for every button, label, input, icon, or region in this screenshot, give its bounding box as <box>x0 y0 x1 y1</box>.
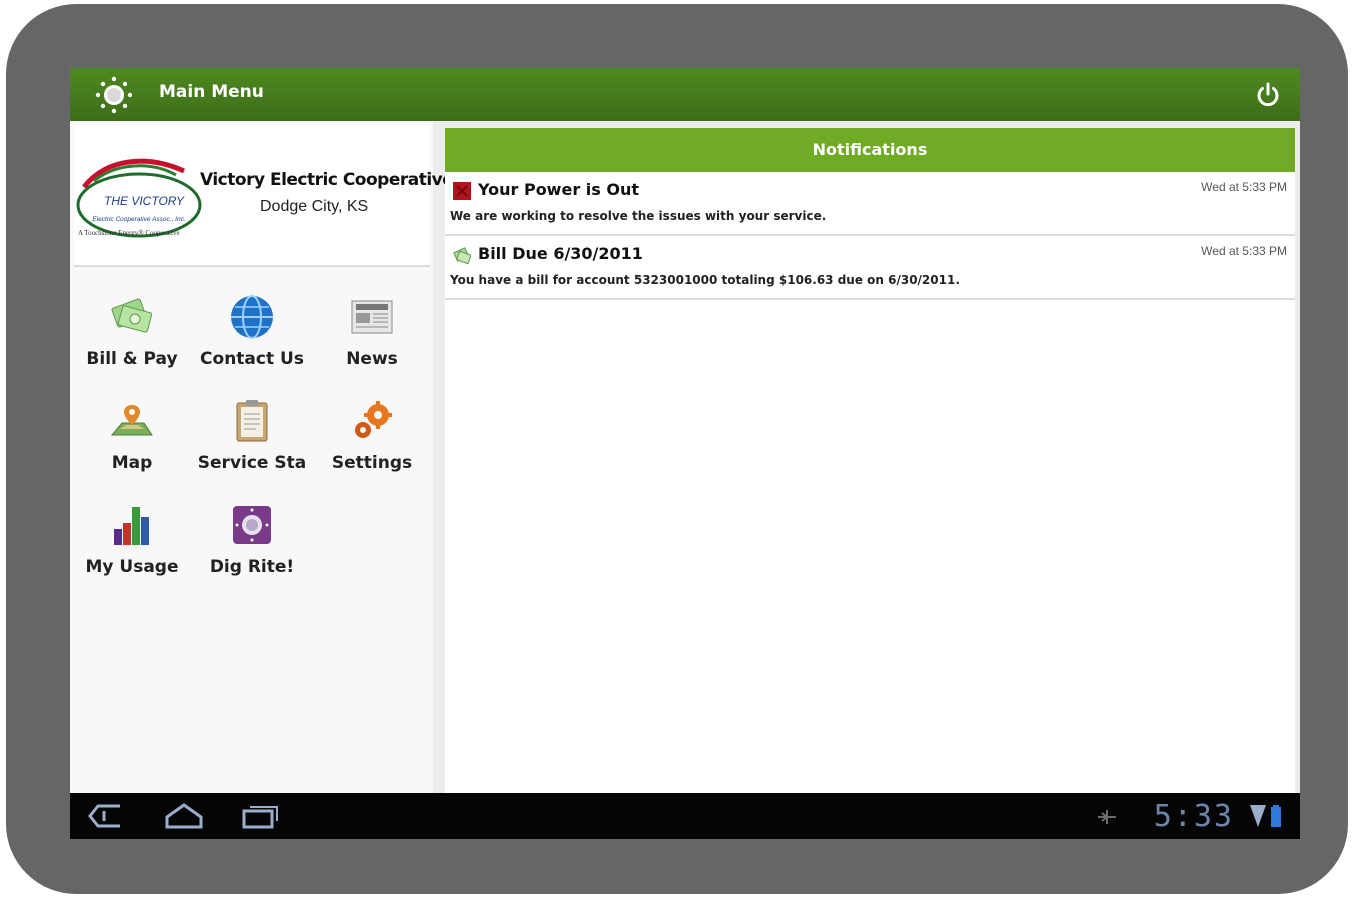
menu-map[interactable]: Map <box>72 391 192 491</box>
action-bar: Main Menu <box>70 68 1300 121</box>
status-clock: 5:33 <box>1153 799 1234 834</box>
notification-title: Your Power is Out <box>478 180 639 199</box>
menu-label: Contact Us <box>200 349 304 369</box>
coop-header: THE VICTORY Electric Cooperative Assoc.,… <box>74 125 454 267</box>
notification-item[interactable]: Bill Due 6/30/2011 Wed at 5:33 PM You ha… <box>445 236 1295 300</box>
globe-icon <box>231 295 273 339</box>
power-icon[interactable] <box>1254 81 1282 109</box>
recent-apps-icon[interactable] <box>240 801 280 831</box>
wifi-signal-icon <box>1250 805 1266 827</box>
menu-label: Bill & Pay <box>86 349 178 369</box>
screen: Main Menu THE VICTORY Electric Cooperati… <box>70 68 1300 839</box>
tablet-frame: Main Menu THE VICTORY Electric Cooperati… <box>6 4 1348 894</box>
notification-body: You have a bill for account 5323001000 t… <box>450 273 960 287</box>
clipboard-icon <box>236 400 268 442</box>
battery-icon <box>1271 805 1281 827</box>
notification-time: Wed at 5:33 PM <box>1201 244 1287 258</box>
menu-dig-rite[interactable]: Dig Rite! <box>192 495 312 595</box>
coop-logo: THE VICTORY Electric Cooperative Assoc.,… <box>76 158 202 238</box>
gears-icon <box>355 401 392 438</box>
logo-subtitle: Electric Cooperative Assoc., Inc. <box>92 216 186 223</box>
usb-icon <box>1098 810 1116 824</box>
menu-service-status[interactable]: Service Sta <box>192 391 312 491</box>
system-nav-bar: 5:33 <box>70 793 1300 839</box>
app-icon[interactable] <box>94 75 134 115</box>
menu-label: Map <box>111 453 153 473</box>
notifications-panel: Notifications Your Power is Out Wed at 5… <box>445 128 1295 793</box>
notification-item[interactable]: Your Power is Out Wed at 5:33 PM We are … <box>445 172 1295 236</box>
left-panel: THE VICTORY Electric Cooperative Assoc.,… <box>70 121 454 839</box>
menu-label: My Usage <box>85 557 179 577</box>
newspaper-icon <box>351 300 393 334</box>
money-icon <box>111 298 153 333</box>
menu-my-usage[interactable]: My Usage <box>72 495 192 595</box>
map-icon <box>110 405 153 436</box>
menu-contact-us[interactable]: Contact Us <box>192 287 312 387</box>
power-out-icon <box>453 182 471 200</box>
menu-label: Settings <box>331 453 413 473</box>
logo-title: THE VICTORY <box>104 194 185 208</box>
coop-name: Victory Electric Cooperative <box>200 170 454 190</box>
page-title: Main Menu <box>159 82 264 102</box>
menu-bill-pay[interactable]: Bill & Pay <box>72 287 192 387</box>
home-icon[interactable] <box>163 801 205 831</box>
menu-label: News <box>346 349 398 369</box>
notification-body: We are working to resolve the issues wit… <box>450 209 827 223</box>
bill-icon <box>453 247 471 264</box>
notification-title: Bill Due 6/30/2011 <box>478 244 643 263</box>
menu-label: Dig Rite! <box>209 557 295 577</box>
notifications-header: Notifications <box>445 128 1295 172</box>
menu-news[interactable]: News <box>312 287 432 387</box>
back-icon[interactable] <box>86 801 126 831</box>
coop-city: Dodge City, KS <box>260 198 369 215</box>
notification-time: Wed at 5:33 PM <box>1201 180 1287 194</box>
menu-settings[interactable]: Settings <box>312 391 432 491</box>
menu-label: Service Sta <box>197 453 307 473</box>
bar-chart-icon <box>114 507 149 545</box>
dial-icon <box>233 506 271 544</box>
logo-tagline: A Touchstone Energy® Cooperative <box>78 229 180 237</box>
